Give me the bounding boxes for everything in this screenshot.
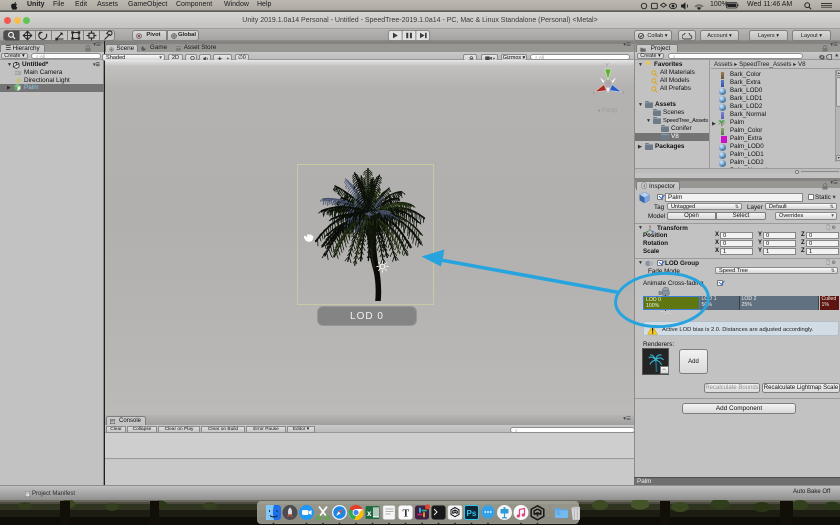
- svg-text:x: x: [367, 509, 372, 518]
- svg-text:Y: Y: [605, 63, 609, 69]
- svg-text:T: T: [403, 509, 410, 520]
- svg-text:z: z: [622, 90, 625, 95]
- svg-text:Ps: Ps: [467, 509, 477, 518]
